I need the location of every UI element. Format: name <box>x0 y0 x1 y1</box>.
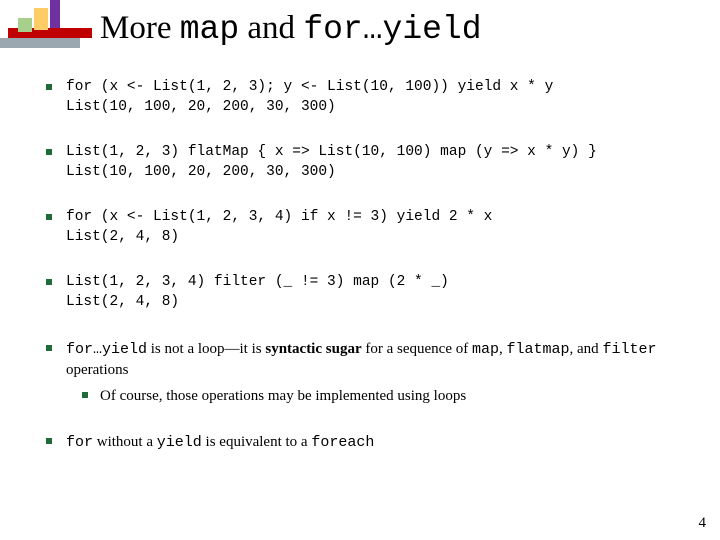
title-code-2: for…yield <box>303 11 481 48</box>
title-code-1: map <box>180 11 239 48</box>
title-text-2: and <box>239 10 303 46</box>
corner-decoration <box>0 0 90 60</box>
prose-line: for without a yield is equivalent to a f… <box>66 432 700 453</box>
bullet-item: for (x <- List(1, 2, 3); y <- List(10, 1… <box>40 78 700 117</box>
slide-title: More map and for…yield <box>100 10 482 48</box>
prose-line: for…yield is not a loop—it is syntactic … <box>66 339 700 381</box>
bullet-item: List(1, 2, 3, 4) filter (_ != 3) map (2 … <box>40 273 700 312</box>
slide-content: for (x <- List(1, 2, 3); y <- List(10, 1… <box>40 78 700 480</box>
bullet-item: List(1, 2, 3) flatMap { x => List(10, 10… <box>40 143 700 182</box>
code-block: for (x <- List(1, 2, 3); y <- List(10, 1… <box>66 78 700 117</box>
code-block: for (x <- List(1, 2, 3, 4) if x != 3) yi… <box>66 208 700 247</box>
code-block: List(1, 2, 3, 4) filter (_ != 3) map (2 … <box>66 273 700 312</box>
sub-bullet-item: Of course, those operations may be imple… <box>66 386 700 406</box>
bullet-item: for (x <- List(1, 2, 3, 4) if x != 3) yi… <box>40 208 700 247</box>
bullet-item: for…yield is not a loop—it is syntactic … <box>40 339 700 407</box>
code-block: List(1, 2, 3) flatMap { x => List(10, 10… <box>66 143 700 182</box>
bullet-item: for without a yield is equivalent to a f… <box>40 432 700 453</box>
title-text-1: More <box>100 10 180 46</box>
page-number: 4 <box>699 515 707 532</box>
